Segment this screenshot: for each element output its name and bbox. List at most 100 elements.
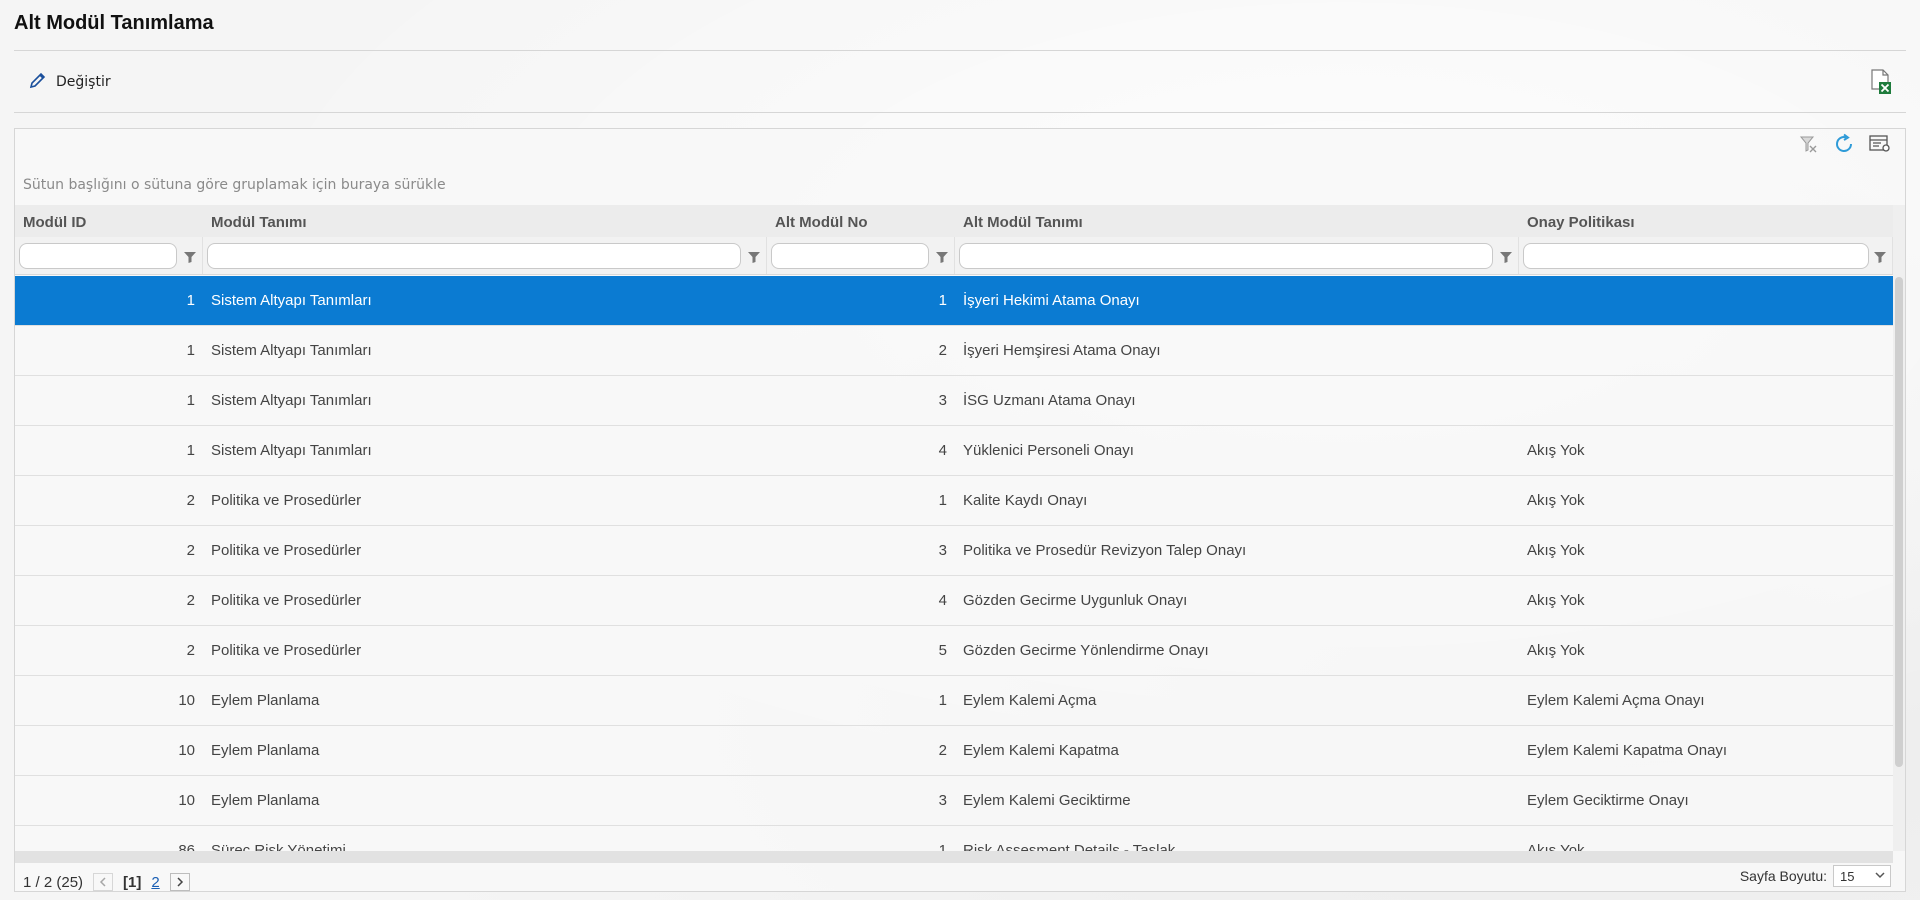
data-grid: Sütun başlığını o sütuna göre gruplamak … [14, 128, 1906, 892]
cell-modul-id: 2 [186, 542, 195, 559]
cell-alt-modul-tanimi: Risk Assesment Details - Taslak [963, 842, 1176, 851]
cell-onay-politikasi: Eylem Kalemi Kapatma Onayı [1527, 742, 1728, 759]
cell-modul-tanimi: Eylem Planlama [211, 792, 320, 809]
cell-modul-tanimi: Eylem Planlama [211, 742, 320, 759]
cell-onay-politikasi: Eylem Geciktirme Onayı [1527, 792, 1689, 809]
toolbar-divider [14, 112, 1906, 113]
cell-alt-modul-no: 3 [938, 542, 947, 559]
edit-button-label: Değiştir [56, 74, 111, 90]
filter-icon[interactable] [935, 249, 949, 263]
chevron-down-icon [1874, 869, 1886, 884]
filter-icon[interactable] [747, 249, 761, 263]
cell-onay-politikasi: Eylem Kalemi Açma Onayı [1527, 692, 1705, 709]
table-row[interactable]: 2 Politika ve Prosedürler 1 Kalite Kaydı On… [15, 476, 1893, 526]
edit-button[interactable]: Değiştir [28, 70, 111, 94]
column-header-alt-modul-tanimi[interactable]: Alt Modül Tanımı [955, 205, 1519, 237]
excel-export-button[interactable] [1870, 69, 1892, 95]
next-page-button[interactable] [169, 873, 190, 891]
cell-modul-id: 1 [186, 442, 195, 459]
vertical-scrollbar[interactable] [1893, 205, 1905, 851]
title-divider [14, 50, 1906, 51]
cell-modul-tanimi: Politika ve Prosedürler [211, 592, 362, 609]
cell-modul-id: 10 [178, 692, 195, 709]
clear-filter-button[interactable] [1797, 135, 1819, 157]
page-title: Alt Modül Tanımlama [14, 12, 214, 34]
cell-alt-modul-no: 3 [938, 792, 947, 809]
cell-alt-modul-tanimi: Gözden Gecirme Uygunluk Onayı [963, 592, 1188, 609]
cell-alt-modul-tanimi: İSG Uzmanı Atama Onayı [963, 392, 1136, 409]
cell-modul-id: 10 [178, 742, 195, 759]
cell-onay-politikasi: Akış Yok [1527, 492, 1585, 509]
pager: 1 / 2 (25) [1] 2 [23, 871, 190, 893]
filter-cell-alt-modul-tanimi [955, 237, 1519, 274]
filter-input-alt-modul-no[interactable] [771, 243, 929, 269]
cell-alt-modul-no: 2 [938, 342, 947, 359]
horizontal-scrollbar[interactable] [15, 851, 1893, 863]
refresh-button[interactable] [1833, 133, 1855, 157]
column-chooser-button[interactable] [1869, 135, 1891, 157]
filter-input-modul-id[interactable] [19, 243, 177, 269]
column-header-onay-politikasi[interactable]: Onay Politikası [1519, 205, 1893, 237]
cell-alt-modul-no: 3 [938, 392, 947, 409]
cell-modul-tanimi: Sistem Altyapı Tanımları [211, 392, 372, 409]
cell-onay-politikasi [1519, 276, 1893, 325]
column-header-alt-modul-no[interactable]: Alt Modül No [767, 205, 955, 237]
column-header-modul-id[interactable]: Modül ID [15, 205, 203, 237]
grid-tools [1797, 133, 1905, 161]
filter-input-onay-politikasi[interactable] [1523, 243, 1869, 269]
page-size-select[interactable]: 15 [1833, 865, 1891, 887]
cell-alt-modul-no: 1 [938, 292, 947, 309]
cell-modul-tanimi: Sistem Altyapı Tanımları [211, 342, 372, 359]
filter-input-alt-modul-tanimi[interactable] [959, 243, 1493, 269]
table-row[interactable]: 1 Sistem Altyapı Tanımları 1 İşyeri Hekimi … [15, 276, 1893, 326]
cell-alt-modul-tanimi: İşyeri Hemşiresi Atama Onayı [963, 342, 1161, 359]
chevron-right-icon [175, 874, 185, 891]
table-row[interactable]: 1 Sistem Altyapı Tanımları 2 İşyeri Hemşire… [15, 326, 1893, 376]
table-row[interactable]: 1 Sistem Altyapı Tanımları 3 İSG Uzmanı Ata… [15, 376, 1893, 426]
table-row[interactable]: 1 Sistem Altyapı Tanımları 4 Yüklenici Pers… [15, 426, 1893, 476]
grid-header-row: Modül ID Modül Tanımı Alt Modül No Alt M… [15, 205, 1893, 237]
table-row[interactable]: 10 Eylem Planlama 1 Eylem Kalemi Açma Eylem … [15, 676, 1893, 726]
toolbar: Değiştir [14, 62, 1906, 102]
grid-body: 1 Sistem Altyapı Tanımları 1 İşyeri Hekimi … [15, 276, 1893, 851]
cell-modul-id: 1 [186, 342, 195, 359]
cell-alt-modul-tanimi: Yüklenici Personeli Onayı [963, 442, 1134, 459]
pager-info: 1 / 2 (25) [23, 873, 84, 891]
cell-alt-modul-tanimi: Gözden Gecirme Yönlendirme Onayı [963, 642, 1209, 659]
cell-modul-id: 10 [178, 792, 195, 809]
cell-onay-politikasi [1519, 326, 1893, 375]
cell-alt-modul-no: 1 [938, 492, 947, 509]
cell-alt-modul-tanimi: Politika ve Prosedür Revizyon Talep Onay… [963, 542, 1247, 559]
table-row[interactable]: 86 Süreç Risk Yönetimi 1 Risk Assesment Det… [15, 826, 1893, 851]
cell-onay-politikasi [1519, 376, 1893, 425]
table-row[interactable]: 10 Eylem Planlama 2 Eylem Kalemi Kapatma Eyl… [15, 726, 1893, 776]
cell-modul-tanimi: Politika ve Prosedürler [211, 542, 362, 559]
filter-input-modul-tanimi[interactable] [207, 243, 741, 269]
page-link-2[interactable]: 2 [151, 874, 159, 891]
filter-cell-modul-tanimi [203, 237, 767, 274]
pencil-icon [28, 70, 48, 94]
cell-alt-modul-tanimi: Eylem Kalemi Açma [963, 692, 1097, 709]
filter-icon[interactable] [1873, 249, 1887, 263]
filter-icon[interactable] [183, 249, 197, 263]
cell-alt-modul-tanimi: Eylem Kalemi Kapatma [963, 742, 1119, 759]
page-size-control: Sayfa Boyutu: 15 [1740, 864, 1891, 888]
excel-export-icon [1870, 69, 1892, 99]
cell-modul-id: 86 [178, 842, 195, 851]
table-row[interactable]: 10 Eylem Planlama 3 Eylem Kalemi Geciktirme… [15, 776, 1893, 826]
cell-modul-tanimi: Sistem Altyapı Tanımları [211, 292, 372, 309]
group-panel-hint[interactable]: Sütun başlığını o sütuna göre gruplamak … [23, 177, 446, 193]
column-header-modul-tanimi[interactable]: Modül Tanımı [203, 205, 767, 237]
current-page: [1] [123, 873, 142, 891]
table-row[interactable]: 2 Politika ve Prosedürler 5 Gözden Gecirme … [15, 626, 1893, 676]
column-chooser-icon [1869, 134, 1891, 158]
table-row[interactable]: 2 Politika ve Prosedürler 4 Gözden Gecirme … [15, 576, 1893, 626]
cell-onay-politikasi: Akış Yok [1527, 542, 1585, 559]
scrollbar-thumb[interactable] [1895, 277, 1903, 767]
cell-modul-id: 2 [186, 592, 195, 609]
table-row[interactable]: 2 Politika ve Prosedürler 3 Politika ve Pro… [15, 526, 1893, 576]
filter-icon[interactable] [1499, 249, 1513, 263]
page-size-label: Sayfa Boyutu: [1739, 868, 1827, 884]
prev-page-button[interactable] [93, 873, 114, 891]
clear-filter-icon [1798, 134, 1818, 158]
